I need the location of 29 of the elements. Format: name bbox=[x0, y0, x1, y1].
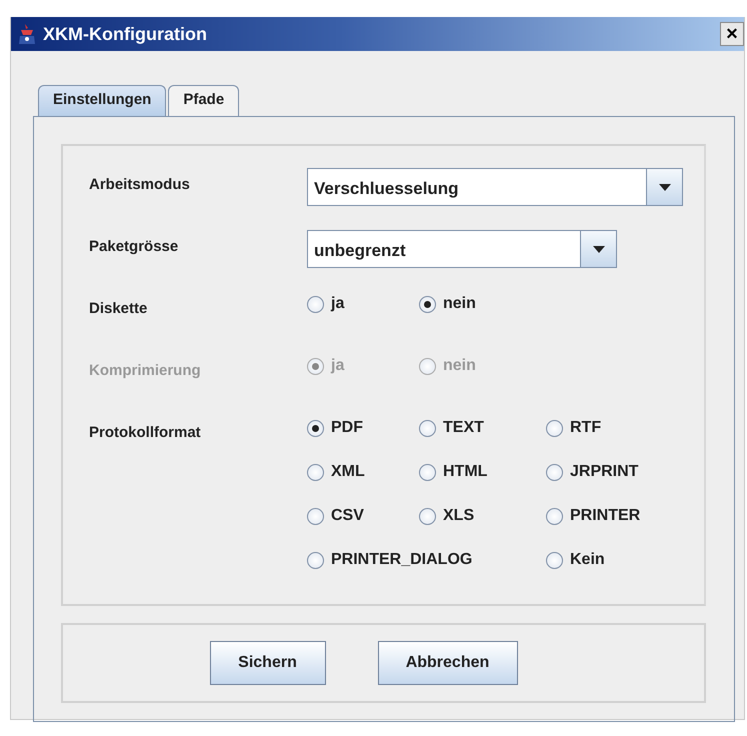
radio-option[interactable]: nein bbox=[419, 292, 546, 316]
dropdown[interactable]: unbegrenzt bbox=[307, 230, 617, 268]
radio-option[interactable]: XLS bbox=[419, 504, 546, 528]
field-label: Paketgrösse bbox=[89, 237, 180, 257]
caret-icon bbox=[592, 246, 604, 252]
tab[interactable]: Pfade bbox=[168, 85, 240, 116]
dialog-button[interactable]: Abbrechen bbox=[378, 641, 518, 685]
radio-option[interactable]: PRINTER_DIALOG bbox=[307, 548, 546, 572]
radio-option[interactable]: CSV bbox=[307, 504, 419, 528]
app-icon bbox=[17, 23, 37, 45]
tab[interactable]: Einstellungen bbox=[38, 85, 166, 116]
radio-option[interactable]: TEXT bbox=[419, 416, 546, 440]
radio-option[interactable]: XML bbox=[307, 460, 419, 484]
field-label: Diskette bbox=[89, 299, 148, 319]
caret-icon bbox=[658, 184, 670, 190]
window-title: XKM-Konfiguration bbox=[43, 22, 207, 46]
radio-option[interactable]: PRINTER bbox=[546, 504, 676, 528]
radio-option[interactable]: JRPRINT bbox=[546, 460, 676, 484]
field-label: Arbeitsmodus bbox=[89, 175, 191, 195]
close-button[interactable]: × bbox=[720, 22, 744, 46]
dialog-button[interactable]: Sichern bbox=[210, 641, 326, 685]
radio-option[interactable]: PDF bbox=[307, 416, 419, 440]
radio-option[interactable]: Kein bbox=[546, 548, 676, 572]
radio-option[interactable]: HTML bbox=[419, 460, 546, 484]
dropdown[interactable]: Verschluesselung bbox=[307, 168, 683, 206]
radio-option[interactable]: RTF bbox=[546, 416, 676, 440]
field-label: Komprimierung bbox=[89, 361, 202, 381]
field-label: Protokollformat bbox=[89, 423, 202, 443]
radio-option[interactable]: ja bbox=[307, 292, 419, 316]
